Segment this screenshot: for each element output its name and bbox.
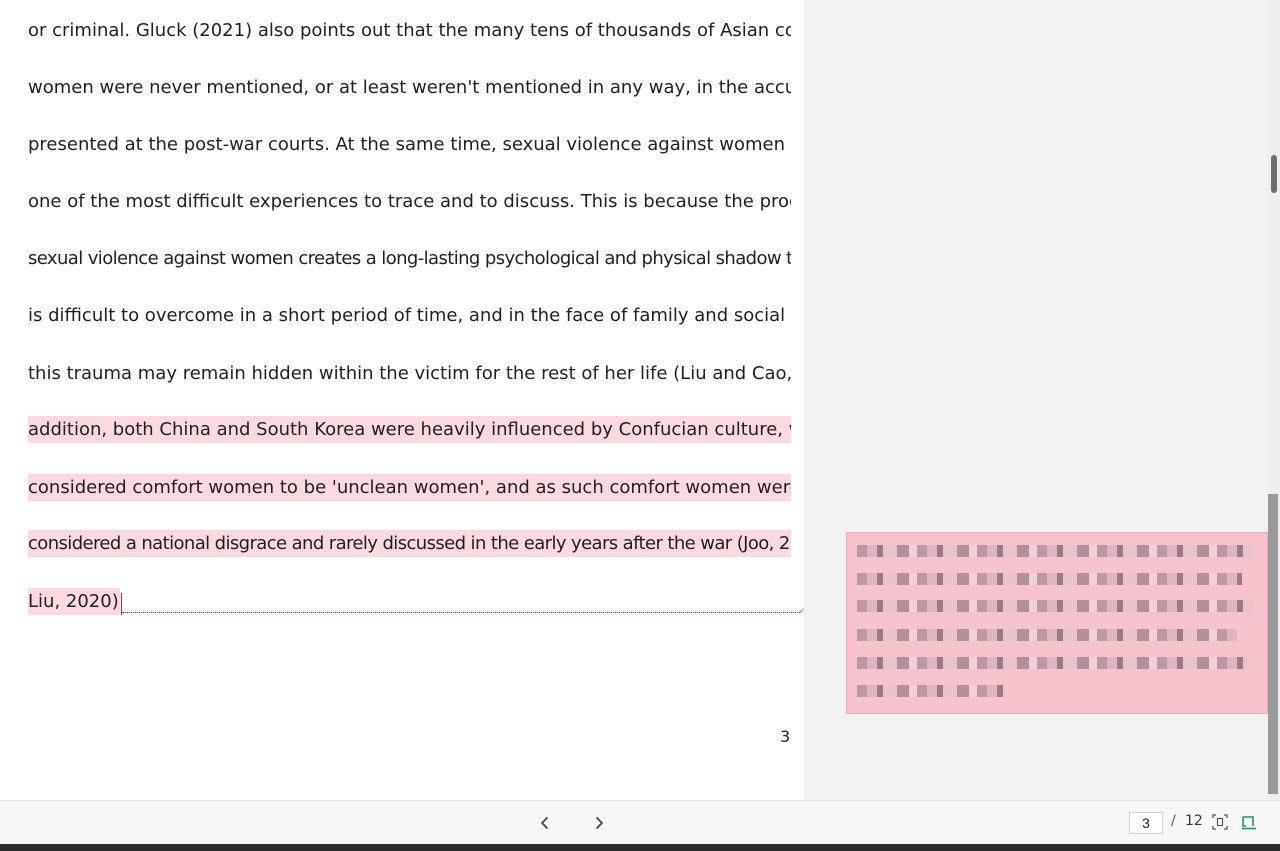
text-line: or criminal. Gluck (2021) also points ou…: [28, 20, 791, 41]
highlighted-text-line[interactable]: considered a national disgrace and rarel…: [28, 530, 791, 557]
annotation-toggle-button[interactable]: [1241, 814, 1257, 830]
text-line: this trauma may remain hidden within the…: [28, 360, 791, 387]
fit-page-button[interactable]: [1212, 814, 1228, 830]
page-number: 3: [780, 727, 791, 746]
redacted-comment-text: [857, 657, 1247, 669]
text-line: presented at the post-war courts. At the…: [28, 134, 791, 155]
text-line: one of the most difficult experiences to…: [28, 191, 791, 212]
chevron-right-icon: [596, 817, 603, 829]
redacted-comment-text: [857, 573, 1242, 585]
comment-card[interactable]: [847, 533, 1267, 713]
comment-bookmark-icon: [1242, 816, 1256, 830]
redacted-comment-text: [857, 545, 1252, 557]
annotation-connector-line: [122, 612, 800, 613]
page-separator: /: [1171, 813, 1176, 829]
scrollbar-thumb[interactable]: [1271, 155, 1277, 193]
text-line: sexual violence against women creates a …: [28, 248, 791, 269]
highlighted-text-line[interactable]: considered comfort women to be 'unclean …: [28, 474, 791, 501]
current-page-input[interactable]: [1129, 812, 1163, 834]
document-page: or criminal. Gluck (2021) also points ou…: [0, 0, 804, 800]
document-viewer: or criminal. Gluck (2021) also points ou…: [0, 0, 1280, 851]
highlighted-text-line[interactable]: Liu, 2020).: [28, 588, 120, 615]
previous-page-button[interactable]: [533, 811, 557, 835]
page-navigation-bar: / 12: [0, 800, 1280, 845]
text-line: women were never mentioned, or at least …: [28, 77, 791, 98]
highlighted-text: Liu, 2020).: [28, 591, 120, 612]
next-page-button[interactable]: [587, 811, 611, 835]
highlighted-text-line[interactable]: addition, both China and South Korea wer…: [28, 416, 791, 443]
chevron-left-icon: [541, 817, 548, 829]
redacted-comment-text: [857, 600, 1253, 612]
fit-page-icon: [1212, 814, 1228, 830]
redacted-comment-text: [857, 629, 1237, 641]
taskbar-strip: [0, 844, 1280, 851]
redacted-comment-text: [857, 685, 1005, 697]
text-line: is difficult to overcome in a short peri…: [28, 305, 791, 326]
text-segment: this trauma may remain hidden within the…: [28, 363, 791, 384]
total-pages: 12: [1185, 813, 1203, 829]
scrollbar-track[interactable]: [1268, 494, 1278, 794]
vertical-scrollbar[interactable]: [1268, 0, 1280, 800]
